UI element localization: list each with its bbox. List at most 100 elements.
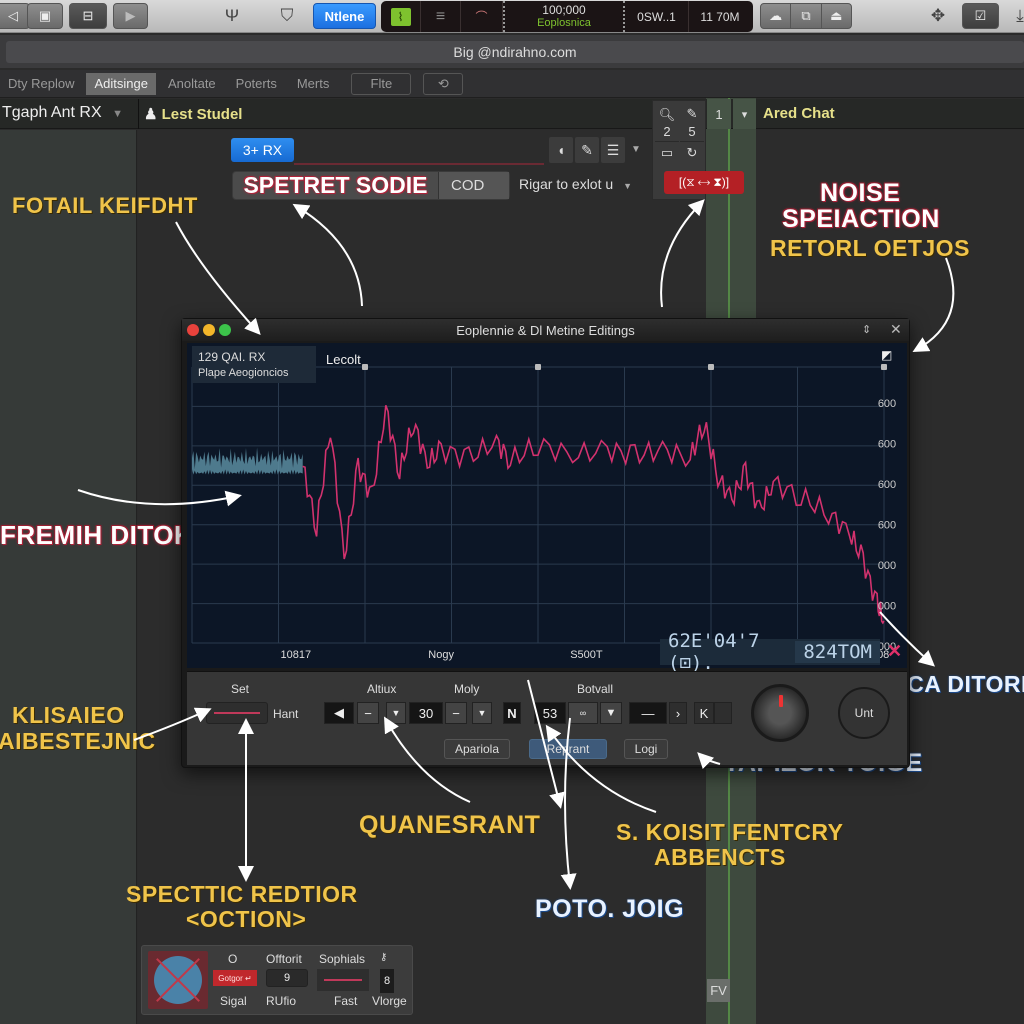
- track-number: 1: [707, 99, 731, 129]
- mini-signal-badge[interactable]: Gotgor ↵: [213, 970, 257, 986]
- clear-readout-icon[interactable]: ✕: [887, 641, 902, 662]
- user-name: Lest Studel: [161, 106, 243, 123]
- tab-anoltate[interactable]: Anoltate: [160, 73, 224, 95]
- mode-label: SPETRET SODIE: [243, 172, 428, 198]
- dialog-titlebar[interactable]: Eoplennie & Dl Metine Editings ⇕ ✕: [182, 319, 909, 341]
- minimize-dot-icon[interactable]: [203, 324, 215, 336]
- fit-icon[interactable]: ◩: [881, 348, 897, 362]
- readout-value-2: 824TOM: [795, 641, 880, 663]
- dash-button[interactable]: —: [629, 702, 667, 724]
- mini-fast-slider[interactable]: [317, 969, 369, 991]
- dropdown-icon[interactable]: ▼: [600, 702, 622, 724]
- dialog-controls: Set Hant Altiux Moly ◀ − ▼ 30 − ▼ N Botv…: [187, 671, 907, 765]
- set-slider[interactable]: [206, 702, 268, 724]
- play-button[interactable]: ▶: [113, 3, 148, 29]
- address-field[interactable]: Big @ndirahno.com: [6, 41, 1024, 63]
- tab-aditsinge[interactable]: Aditsinge: [86, 72, 156, 95]
- mini-col3-bottom: Fast: [334, 994, 358, 1008]
- tab-merts[interactable]: Merts: [289, 73, 338, 95]
- refresh-icon[interactable]: ↻: [680, 141, 704, 163]
- tool-chevron-icon[interactable]: ▼: [631, 144, 641, 155]
- meter-icon[interactable]: ◖: [549, 137, 573, 163]
- eject-icon[interactable]: ⏏: [822, 4, 851, 28]
- botvall-label: Botvall: [577, 682, 614, 696]
- tuning-fork-icon[interactable]: Ψ: [220, 5, 244, 27]
- k-button[interactable]: K: [694, 702, 714, 724]
- gain-knob[interactable]: [751, 684, 809, 742]
- unit-knob[interactable]: Unt: [838, 687, 890, 739]
- track-menu-icon[interactable]: ▾: [733, 99, 756, 129]
- user-label[interactable]: ♟ Lest Studel: [144, 105, 242, 123]
- plot-info-sub: Plape Aeogioncios: [198, 366, 289, 379]
- rx-button[interactable]: 3+ RX: [231, 138, 294, 162]
- monitor-icon[interactable]: ▭: [655, 141, 679, 163]
- n-button[interactable]: N: [503, 702, 521, 724]
- annotation-koisit: S. KOISIT FENTCRY: [616, 819, 844, 845]
- apariola-button[interactable]: Apariola: [444, 739, 510, 759]
- expand-icon[interactable]: ⇕: [862, 323, 871, 336]
- chevron-down-icon: ▼: [623, 181, 632, 191]
- zoom-icon: 🔍︎: [658, 106, 676, 122]
- blank-button[interactable]: [714, 702, 732, 724]
- layout-button[interactable]: ⊟: [69, 3, 107, 29]
- pencil-icon[interactable]: ✎: [575, 137, 599, 163]
- image-icon: ▣: [38, 8, 52, 23]
- next-icon[interactable]: ›: [669, 702, 687, 724]
- decrement-button-2[interactable]: −: [445, 702, 467, 724]
- menu-button[interactable]: ≡: [421, 1, 461, 32]
- decrement-button[interactable]: −: [357, 702, 379, 724]
- mini-ratio-field[interactable]: 9: [266, 969, 308, 987]
- cloud-icon[interactable]: ☁: [761, 4, 792, 28]
- tab-dty-replow[interactable]: Dty Replow: [0, 73, 82, 95]
- link-icon[interactable]: ∞: [568, 702, 598, 724]
- spectrum-plot[interactable]: 10817NogyS500Tbiling50086006006006000000…: [187, 343, 907, 674]
- fv-button[interactable]: FV: [707, 979, 730, 1002]
- prev-button[interactable]: ◀: [324, 702, 354, 724]
- annotation-retorl: RETORL OETJOS: [770, 235, 970, 261]
- signal-disc-button[interactable]: [148, 951, 208, 1009]
- waveform-icon: ⌒: [475, 10, 488, 24]
- logi-button[interactable]: Logi: [624, 739, 668, 759]
- track-dropdown-label: Tgaph Ant RX: [2, 104, 102, 121]
- view-label: Lecolt: [326, 352, 361, 367]
- extra-icon[interactable]: ⤓: [1008, 5, 1024, 27]
- image-button[interactable]: ▣: [27, 3, 63, 29]
- link-badge[interactable]: [(⧖ ⟷ ⧗)]: [664, 171, 744, 194]
- list-icon[interactable]: ☰: [601, 137, 625, 163]
- back-button[interactable]: ◁: [0, 3, 30, 29]
- plot-info-box: 129 QAI. RX Plape Aeogioncios: [192, 346, 316, 383]
- close-dot-icon[interactable]: [187, 324, 199, 336]
- mini-slider-line: [324, 979, 362, 981]
- mini-lock-icon[interactable]: ⚷: [380, 952, 387, 963]
- checklist-button[interactable]: ☑: [962, 3, 999, 29]
- shield-icon[interactable]: ⛉: [275, 5, 299, 27]
- zoom-dot-icon[interactable]: [219, 324, 231, 336]
- mini-range-value[interactable]: 8: [380, 969, 394, 993]
- reprant-button[interactable]: Reprant: [529, 739, 607, 759]
- chevron-down-icon: ▼: [112, 108, 123, 120]
- menu-icon: ≡: [435, 7, 446, 25]
- stepper-down-icon[interactable]: ▼: [386, 702, 406, 724]
- value-30-field[interactable]: 30: [409, 702, 443, 724]
- value-53-field[interactable]: 53: [534, 702, 566, 724]
- mode-selector[interactable]: SPETRET SODIE COD: [232, 171, 510, 200]
- set-label: Set: [231, 682, 250, 696]
- readout-value-1: 62E'04'7 (⊡).: [668, 630, 760, 674]
- screen-icon[interactable]: ⧉: [791, 4, 822, 28]
- refresh-button[interactable]: ⟲: [423, 72, 464, 95]
- track-dropdown[interactable]: Tgaph Ant RX ▼: [2, 104, 123, 122]
- waveform-button[interactable]: ⌒: [461, 1, 503, 32]
- back-icon: ◁: [8, 8, 18, 23]
- target-dropdown[interactable]: Rigar to exlot u ▼: [519, 176, 632, 192]
- toolbar-button-group: ☁ ⧉ ⏏: [760, 3, 852, 29]
- stepper-down-icon-2[interactable]: ▼: [472, 702, 492, 724]
- green-chart-button[interactable]: ⌇: [381, 1, 421, 32]
- close-icon[interactable]: ✕: [890, 321, 902, 338]
- main-mode-button[interactable]: Ntlene: [313, 3, 376, 29]
- annotation-klisaieo: KLISAIEO: [12, 702, 125, 728]
- tab-flte[interactable]: Flte: [351, 72, 412, 95]
- mini-col2-top: Offtorit: [266, 952, 302, 966]
- move-icon[interactable]: ✥: [926, 5, 950, 27]
- tab-poterts[interactable]: Poterts: [228, 73, 285, 95]
- annotation-abbencts: ABBENCTS: [654, 844, 786, 870]
